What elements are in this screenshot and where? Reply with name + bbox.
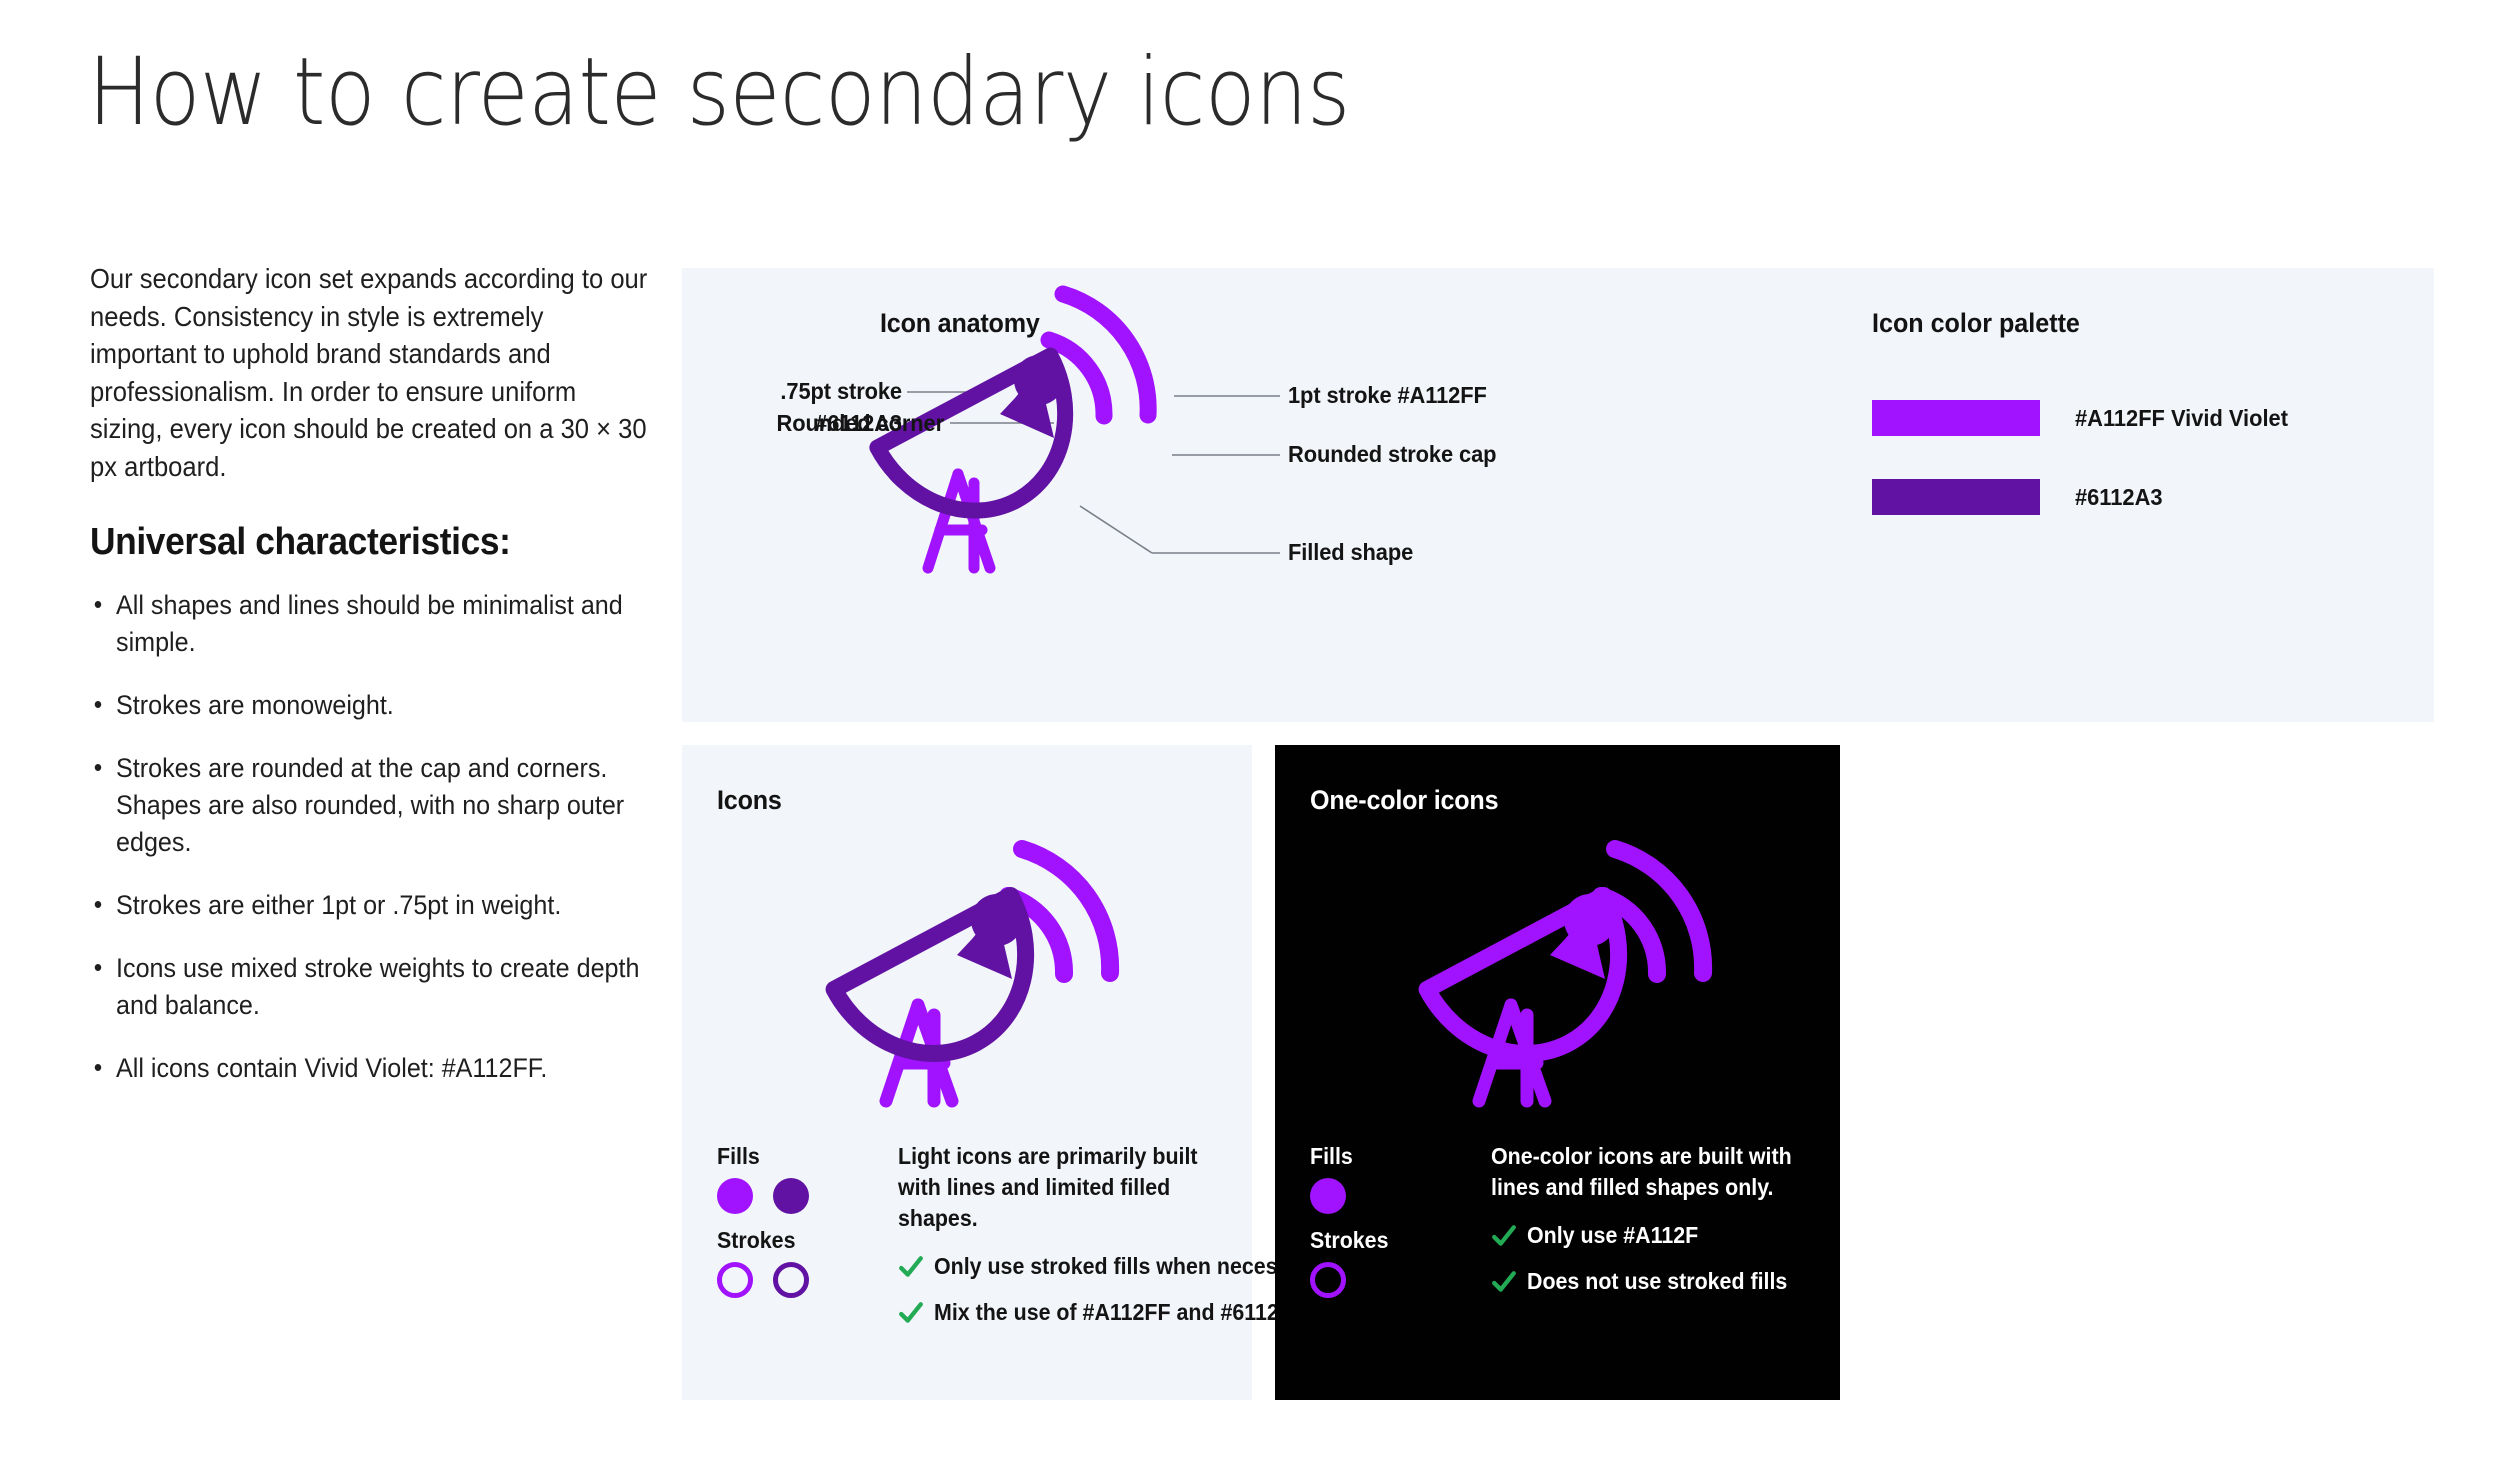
one-color-description: One-color icons are built with lines and… xyxy=(1491,1143,1792,1200)
dish-bowl xyxy=(869,347,1074,519)
fills-label: Fills xyxy=(1310,1143,1353,1169)
strokes-legend: Strokes xyxy=(1310,1227,1394,1298)
fills-chip-row xyxy=(1310,1178,1356,1214)
label-75pt-stroke-line1: .75pt stroke xyxy=(780,378,902,404)
check-item: Does not use stroked fills xyxy=(1491,1268,1821,1295)
stroke-chip-deep-violet xyxy=(773,1262,809,1298)
list-item: Strokes are monoweight. xyxy=(90,686,648,724)
check-label: Does not use stroked fills xyxy=(1527,1268,1788,1294)
label-filled-shape: Filled shape xyxy=(1288,539,1414,565)
one-color-icons-panel: One-color icons Fills Strokes One-color … xyxy=(1275,745,1840,1400)
stroke-chip-vivid-violet xyxy=(1310,1262,1346,1298)
feed-horn-filled-shape xyxy=(1000,355,1064,438)
one-color-notes: One-color icons are built with lines and… xyxy=(1491,1141,1821,1295)
fills-label: Fills xyxy=(717,1143,760,1169)
palette-swatch-row: #6112A3 xyxy=(1872,479,2169,515)
check-icon xyxy=(1492,1225,1516,1246)
label-1pt-stroke: 1pt stroke #A112FF xyxy=(1288,382,1487,408)
fills-legend: Fills xyxy=(1310,1143,1356,1214)
strokes-chip-row xyxy=(1310,1262,1394,1298)
icon-anatomy-panel: Icon anatomy Icon color palette Rounded … xyxy=(682,268,2434,722)
check-label: Mix the use of #A112FF and #6112A3 xyxy=(934,1299,1307,1325)
strokes-legend: Strokes xyxy=(717,1227,809,1298)
list-item: Strokes are either 1pt or .75pt in weigh… xyxy=(90,886,648,924)
check-label: Only use #A112F xyxy=(1527,1222,1699,1248)
list-item: All shapes and lines should be minimalis… xyxy=(90,586,648,661)
page-title: How to create secondary icons xyxy=(88,38,1350,147)
characteristics-list: All shapes and lines should be minimalis… xyxy=(90,586,648,1087)
fill-chip-deep-violet xyxy=(773,1178,809,1214)
check-icon xyxy=(1492,1271,1516,1292)
strokes-chip-row xyxy=(717,1262,809,1298)
list-item: Strokes are rounded at the cap and corne… xyxy=(90,749,648,861)
icons-panel-heading: Icons xyxy=(717,785,782,815)
satellite-icon-light xyxy=(825,840,1120,1108)
icons-description: Light icons are primarily built with lin… xyxy=(898,1143,1198,1231)
check-icon xyxy=(899,1302,923,1323)
color-swatch-deep-violet xyxy=(1872,479,2040,515)
one-color-icons-heading: One-color icons xyxy=(1310,785,1499,815)
fills-legend: Fills xyxy=(717,1143,809,1214)
fill-chip-vivid-violet xyxy=(1310,1178,1346,1214)
stroke-chip-vivid-violet xyxy=(717,1262,753,1298)
list-item: Icons use mixed stroke weights to create… xyxy=(90,949,648,1024)
intro-paragraph: Our secondary icon set expands according… xyxy=(90,263,648,482)
color-swatch-vivid-violet xyxy=(1872,400,2040,436)
icon-anatomy-diagram xyxy=(869,285,1280,574)
color-swatch-label: #A112FF Vivid Violet xyxy=(2075,404,2288,431)
feed-horn-filled-shape xyxy=(1550,894,1616,979)
feed-horn-filled-shape xyxy=(957,894,1023,979)
universal-characteristics-heading: Universal characteristics: xyxy=(90,521,511,563)
satellite-icon-onecolor xyxy=(1418,840,1713,1108)
check-icon xyxy=(899,1256,923,1277)
left-column: Our secondary icon set expands according… xyxy=(90,260,650,1113)
list-item: All icons contain Vivid Violet: #A112FF. xyxy=(90,1049,648,1087)
fill-chip-vivid-violet xyxy=(717,1178,753,1214)
label-rounded-stroke-cap: Rounded stroke cap xyxy=(1288,441,1497,467)
color-swatch-label: #6112A3 xyxy=(2075,483,2163,510)
fills-chip-row xyxy=(717,1178,809,1214)
palette-swatch-row: #A112FF Vivid Violet xyxy=(1872,400,2304,436)
strokes-label: Strokes xyxy=(1310,1227,1389,1253)
strokes-label: Strokes xyxy=(717,1227,796,1253)
label-75pt-stroke-line2: #6112A3 xyxy=(815,410,902,436)
check-label: Only use stroked fills when necessary xyxy=(934,1253,1322,1279)
tripod-stand xyxy=(922,468,996,574)
icons-panel: Icons Fills Strokes Light icons are prim… xyxy=(682,745,1322,1400)
check-item: Only use #A112F xyxy=(1491,1222,1821,1249)
slide-canvas: How to create secondary icons Our second… xyxy=(0,0,2500,1481)
